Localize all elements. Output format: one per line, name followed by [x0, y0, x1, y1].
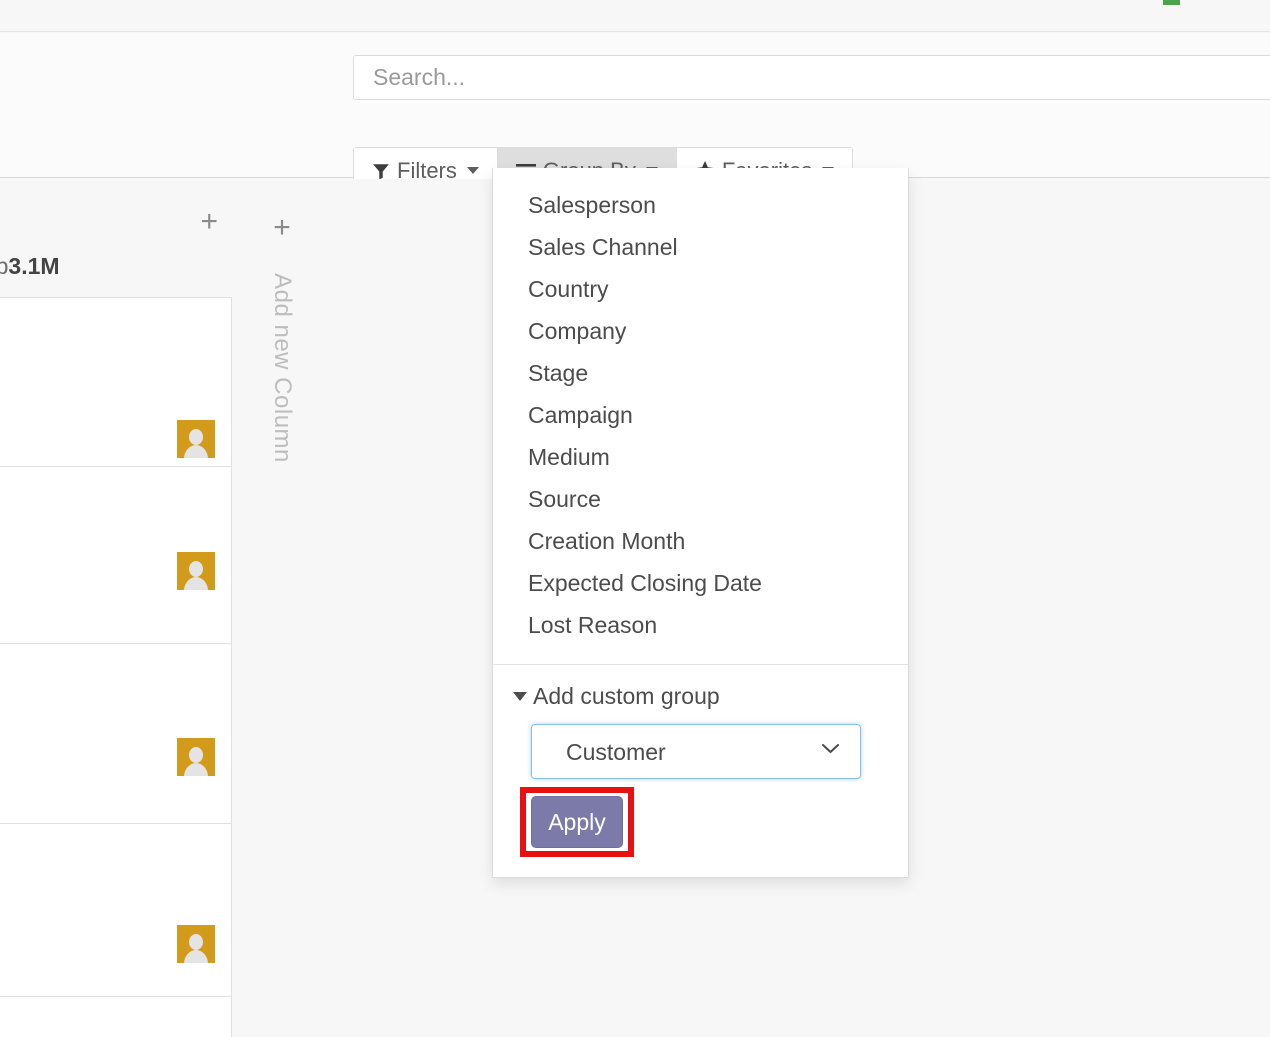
apply-button-highlight: Apply — [520, 787, 634, 857]
add-new-column[interactable]: + Add new Column — [232, 179, 332, 1037]
green-status-fragment — [1163, 0, 1180, 5]
add-custom-group-label: Add custom group — [533, 683, 720, 709]
apply-button[interactable]: Apply — [531, 796, 623, 848]
card-amount: 0, Agrolait — [0, 382, 215, 413]
card-title: cket — [0, 838, 215, 869]
group-by-item-lost-reason[interactable]: Lost Reason — [493, 604, 908, 646]
kanban-column-header: + Rp3.1M — [0, 179, 232, 289]
app-root: Filters Group By Favorites — [0, 0, 1270, 1037]
card-footer — [0, 551, 215, 591]
column-progress: Rp3.1M — [0, 253, 64, 280]
card-footer — [0, 419, 215, 459]
avatar[interactable] — [177, 420, 215, 458]
add-custom-group-section: Add custom group Customer Apply — [493, 665, 908, 877]
card-amount: 0, 8Village — [0, 700, 215, 731]
group-by-item-creation-month[interactable]: Creation Month — [493, 520, 908, 562]
avatar[interactable] — [177, 552, 215, 590]
group-by-item-stage[interactable]: Stage — [493, 352, 908, 394]
group-by-item-country[interactable]: Country — [493, 268, 908, 310]
kanban-card[interactable]: 0, 8Village — [0, 644, 232, 824]
avatar[interactable] — [177, 925, 215, 963]
kanban-card[interactable]: ent ce 0, Agrolait — [0, 297, 232, 467]
kanban-card[interactable]: cket 0, Camptocamp — [0, 824, 232, 997]
amount-value: 3.1M — [8, 253, 60, 279]
card-title: ent — [0, 312, 215, 343]
group-by-dropdown: Salesperson Sales Channel Country Compan… — [492, 168, 909, 878]
kanban-card-list: ent ce 0, Agrolait mmerce shy Shop — [0, 297, 232, 1037]
group-by-item-source[interactable]: Source — [493, 478, 908, 520]
avatar[interactable] — [177, 738, 215, 776]
column-total-amount: Rp3.1M — [0, 253, 60, 280]
kanban-card[interactable] — [0, 997, 232, 1037]
funnel-icon — [372, 162, 390, 180]
triangle-down-icon — [513, 692, 527, 701]
add-record-button[interactable]: + — [200, 207, 218, 237]
card-amount: 0, Camptocamp — [0, 887, 215, 918]
group-by-item-medium[interactable]: Medium — [493, 436, 908, 478]
card-footer — [0, 737, 215, 777]
custom-group-field-select[interactable]: Customer — [531, 724, 861, 779]
group-by-item-campaign[interactable]: Campaign — [493, 394, 908, 436]
chevron-down-icon — [466, 167, 479, 174]
top-strip — [0, 0, 1270, 32]
control-panel: Filters Group By Favorites — [0, 33, 1270, 194]
group-by-item-expected-closing-date[interactable]: Expected Closing Date — [493, 562, 908, 604]
custom-group-select-wrap: Customer — [513, 724, 861, 779]
add-new-column-label: Add new Column — [269, 273, 296, 463]
card-title: mmerce — [0, 481, 215, 512]
kanban-card[interactable]: mmerce shy Shop — [0, 467, 232, 644]
group-by-item-sales-channel[interactable]: Sales Channel — [493, 226, 908, 268]
add-column-plus-icon[interactable]: + — [273, 213, 291, 243]
card-subtitle: ce — [0, 343, 215, 374]
search-input[interactable] — [371, 63, 1270, 92]
group-by-item-company[interactable]: Company — [493, 310, 908, 352]
card-subtitle: shy Shop — [0, 512, 215, 543]
group-by-option-list: Salesperson Sales Channel Country Compan… — [493, 168, 908, 664]
search-box[interactable] — [353, 55, 1270, 100]
add-custom-group-toggle[interactable]: Add custom group — [513, 683, 886, 710]
card-footer — [0, 924, 215, 964]
group-by-item-salesperson[interactable]: Salesperson — [493, 184, 908, 226]
